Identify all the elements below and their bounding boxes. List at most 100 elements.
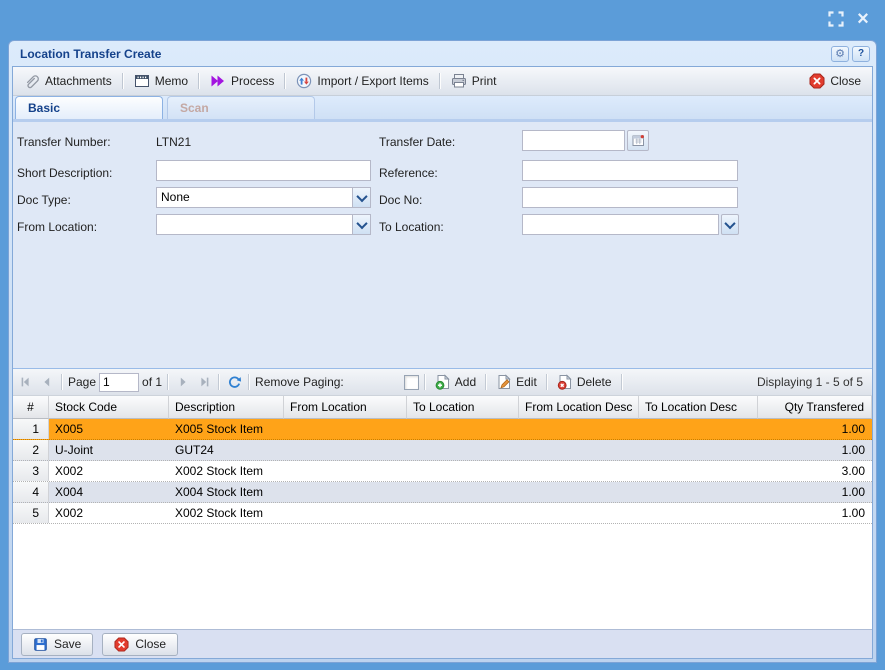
from-location-combo[interactable]: [156, 214, 371, 235]
refresh-button[interactable]: [225, 373, 243, 391]
tab-scan-label: Scan: [180, 101, 209, 115]
page-number-input[interactable]: [99, 373, 139, 392]
close-octagon-icon: [114, 637, 129, 652]
edit-label: Edit: [516, 375, 537, 389]
add-button[interactable]: Add: [431, 373, 480, 391]
remove-paging-checkbox[interactable]: [404, 375, 419, 390]
column-header-to-location[interactable]: To Location: [407, 396, 519, 419]
doc-type-dropdown-trigger[interactable]: [352, 188, 370, 207]
table-row[interactable]: 4 X004 X004 Stock Item 1.00: [13, 482, 872, 503]
column-header-to-location-desc[interactable]: To Location Desc: [639, 396, 758, 419]
attachments-button[interactable]: Attachments: [19, 71, 117, 91]
cell-from-location: [284, 419, 407, 439]
close-octagon-icon: [809, 73, 825, 89]
previous-page-button[interactable]: [38, 373, 56, 391]
transfer-date-picker-button[interactable]: [627, 130, 649, 151]
transfer-number-value: LTN21: [156, 132, 191, 152]
outer-close-button[interactable]: ×: [854, 10, 872, 28]
doc-no-input[interactable]: [522, 187, 738, 208]
import-export-label: Import / Export Items: [317, 74, 428, 88]
cell-to-location: [407, 503, 519, 523]
import-export-icon: [296, 73, 312, 89]
tab-basic-label: Basic: [28, 101, 60, 115]
table-row[interactable]: 3 X002 X002 Stock Item 3.00: [13, 461, 872, 482]
cell-from-location-desc: [519, 503, 639, 523]
grid-empty-area: [13, 524, 872, 629]
cell-stock-code: X004: [49, 482, 169, 502]
footer-close-button[interactable]: Close: [102, 633, 178, 656]
toolbar-separator: [122, 73, 124, 89]
tab-scan[interactable]: Scan: [167, 96, 315, 119]
last-page-button[interactable]: [195, 373, 213, 391]
window-header: Location Transfer Create ⚙ ?: [12, 41, 873, 66]
table-row[interactable]: 2 U-Joint GUT24 1.00: [13, 440, 872, 461]
paperclip-icon: [24, 73, 40, 89]
doc-type-combo[interactable]: None: [156, 187, 371, 208]
memo-label: Memo: [155, 74, 188, 88]
process-label: Process: [231, 74, 274, 88]
attachments-label: Attachments: [45, 74, 112, 88]
from-location-label: From Location:: [17, 217, 97, 237]
import-export-items-button[interactable]: Import / Export Items: [291, 71, 433, 91]
save-label: Save: [54, 637, 81, 651]
help-button[interactable]: ?: [852, 46, 870, 62]
save-button[interactable]: Save: [21, 633, 93, 656]
memo-button[interactable]: Memo: [129, 71, 193, 91]
table-row[interactable]: 1 X005 X005 Stock Item 1.00: [13, 419, 872, 440]
next-page-button[interactable]: [174, 373, 192, 391]
short-description-label: Short Description:: [17, 163, 112, 183]
reference-input[interactable]: [522, 160, 738, 181]
delete-button[interactable]: Delete: [553, 373, 616, 391]
cell-to-location: [407, 419, 519, 439]
page-of-label: of 1: [142, 375, 162, 389]
window-title: Location Transfer Create: [20, 47, 828, 61]
to-location-input[interactable]: [522, 214, 719, 235]
tab-basic[interactable]: Basic: [15, 96, 163, 119]
toolbar-close-label: Close: [830, 74, 861, 88]
cell-stock-code: X005: [49, 419, 169, 439]
cell-row-number: 3: [13, 461, 49, 481]
cell-stock-code: X002: [49, 461, 169, 481]
main-toolbar: Attachments Memo Process I: [13, 67, 872, 96]
paging-separator: [424, 374, 426, 390]
fullscreen-icon[interactable]: [827, 10, 845, 28]
cell-stock-code: X002: [49, 503, 169, 523]
edit-button[interactable]: Edit: [492, 373, 541, 391]
column-header-from-location-desc[interactable]: From Location Desc: [519, 396, 639, 419]
cell-to-location: [407, 461, 519, 481]
column-header-from-location[interactable]: From Location: [284, 396, 407, 419]
tab-strip: Basic Scan: [13, 96, 872, 122]
delete-label: Delete: [577, 375, 612, 389]
column-header-stock-code[interactable]: Stock Code: [49, 396, 169, 419]
doc-type-label: Doc Type:: [17, 190, 71, 210]
table-row[interactable]: 5 X002 X002 Stock Item 1.00: [13, 503, 872, 524]
paging-separator: [621, 374, 623, 390]
cell-qty-transfered: 1.00: [758, 482, 872, 502]
process-icon: [210, 73, 226, 89]
print-button[interactable]: Print: [446, 71, 502, 91]
reference-label: Reference:: [379, 163, 438, 183]
cell-qty-transfered: 1.00: [758, 440, 872, 460]
calendar-icon: [632, 134, 645, 147]
from-location-dropdown-trigger[interactable]: [352, 215, 370, 234]
footer-close-label: Close: [135, 637, 166, 651]
toolbar-close-button[interactable]: Close: [804, 71, 866, 91]
delete-item-icon: [557, 374, 573, 390]
process-button[interactable]: Process: [205, 71, 279, 91]
memo-icon: [134, 73, 150, 89]
first-page-button[interactable]: [17, 373, 35, 391]
short-description-input[interactable]: [156, 160, 371, 181]
column-header-qty-transfered[interactable]: Qty Transfered: [758, 396, 872, 419]
paging-separator: [485, 374, 487, 390]
transfer-date-label: Transfer Date:: [379, 132, 455, 152]
cell-from-location: [284, 482, 407, 502]
cell-from-location-desc: [519, 482, 639, 502]
column-header-description[interactable]: Description: [169, 396, 284, 419]
settings-button[interactable]: ⚙: [831, 46, 849, 62]
cell-from-location: [284, 461, 407, 481]
to-location-dropdown-trigger[interactable]: [721, 214, 739, 235]
paging-separator: [546, 374, 548, 390]
cell-from-location-desc: [519, 440, 639, 460]
transfer-date-input[interactable]: [522, 130, 625, 151]
column-header-row-number[interactable]: #: [13, 396, 49, 419]
